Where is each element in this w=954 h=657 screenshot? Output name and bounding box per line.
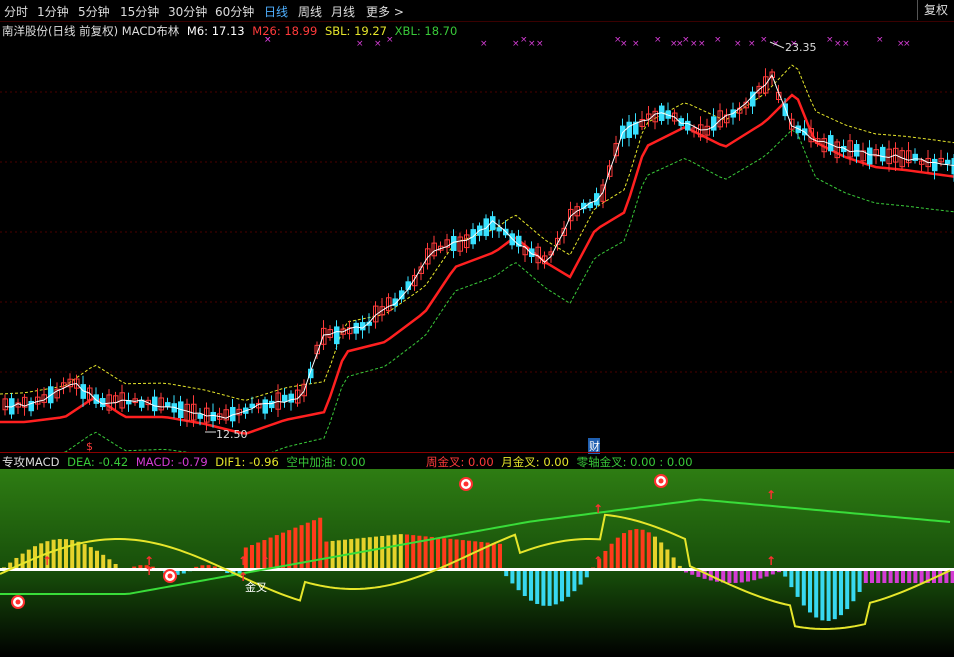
svg-text:×: × bbox=[714, 37, 722, 45]
svg-text:×: × bbox=[480, 39, 488, 49]
period-tab-15min[interactable]: 15分钟 bbox=[120, 3, 159, 20]
svg-text:×: × bbox=[690, 39, 698, 49]
svg-text:↑: ↑ bbox=[593, 554, 603, 568]
svg-text:×: × bbox=[698, 39, 706, 49]
panel-divider bbox=[0, 452, 954, 453]
period-tab-weekly[interactable]: 周线 bbox=[298, 3, 322, 20]
golden-cross-label: 金叉 bbox=[245, 580, 267, 594]
macd-title[interactable]: 专攻MACD bbox=[2, 455, 59, 469]
svg-text:×: × bbox=[748, 39, 756, 49]
svg-text:↑: ↑ bbox=[144, 564, 154, 578]
svg-text:↑: ↑ bbox=[766, 488, 776, 502]
legend-week-cross: 周金叉: 0.00 bbox=[426, 455, 494, 469]
legend-zero-cross: 零轴金叉: 0.00 : 0.00 bbox=[576, 455, 693, 469]
legend-xbl: XBL: 18.70 bbox=[394, 24, 458, 38]
legend-dea: DEA: -0.42 bbox=[67, 455, 129, 469]
candlestick-chart[interactable]: ××××××××××××××××××××××××××××××× 23.35 12… bbox=[0, 37, 954, 453]
svg-text:×: × bbox=[842, 39, 850, 49]
legend-sbl: SBL: 19.27 bbox=[324, 24, 388, 38]
period-tab-1min[interactable]: 1分钟 bbox=[37, 3, 69, 20]
legend-m6: M6: 17.13 bbox=[186, 24, 245, 38]
main-chart-title[interactable]: 南洋股份(日线 前复权) MACD布林 bbox=[2, 24, 179, 38]
period-tab-30min[interactable]: 30分钟 bbox=[168, 3, 207, 20]
legend-month-cross: 月金叉: 0.00 bbox=[501, 455, 569, 469]
legend-macd: MACD: -0.79 bbox=[135, 455, 208, 469]
macd-chart[interactable]: ↑ ↑↑↑↑↑ ↑↑↑↑ 金叉 bbox=[0, 469, 954, 657]
period-tab-60min[interactable]: 60分钟 bbox=[215, 3, 254, 20]
high-price-label: 23.35 bbox=[785, 41, 817, 54]
period-tab-more[interactable]: 更多 > bbox=[366, 3, 404, 20]
legend-air-refuel: 空中加油: 0.00 bbox=[286, 455, 366, 469]
legend-m26: M26: 18.99 bbox=[252, 24, 318, 38]
svg-text:×: × bbox=[264, 37, 272, 45]
svg-text:×: × bbox=[620, 39, 628, 49]
svg-text:×: × bbox=[834, 39, 842, 49]
svg-text:×: × bbox=[654, 37, 662, 45]
period-toolbar: 分时 1分钟 5分钟 15分钟 30分钟 60分钟 日线 周线 月线 更多 > … bbox=[0, 0, 954, 22]
svg-text:×: × bbox=[520, 37, 528, 45]
svg-text:×: × bbox=[760, 37, 768, 45]
svg-text:×: × bbox=[528, 39, 536, 49]
svg-text:×: × bbox=[632, 39, 640, 49]
svg-text:×: × bbox=[682, 37, 690, 45]
period-tab-monthly[interactable]: 月线 bbox=[331, 3, 355, 20]
adjust-button[interactable]: 复权 bbox=[917, 0, 954, 20]
svg-text:↑: ↑ bbox=[260, 554, 270, 568]
macd-legend: 专攻MACD DEA: -0.42 MACD: -0.79 DIF1: -0.9… bbox=[2, 454, 370, 470]
svg-text:×: × bbox=[374, 39, 382, 49]
svg-text:×: × bbox=[386, 37, 394, 45]
svg-text:×: × bbox=[903, 39, 911, 49]
svg-text:↑: ↑ bbox=[766, 554, 776, 568]
low-price-label: 12.50 bbox=[216, 428, 248, 441]
svg-text:×: × bbox=[512, 39, 520, 49]
svg-text:↑: ↑ bbox=[238, 554, 248, 568]
svg-text:×: × bbox=[826, 37, 834, 45]
legend-dif: DIF1: -0.96 bbox=[215, 455, 279, 469]
period-tab-5min[interactable]: 5分钟 bbox=[78, 3, 110, 20]
svg-text:↑: ↑ bbox=[593, 502, 603, 516]
period-tab-fenshi[interactable]: 分时 bbox=[4, 3, 28, 20]
svg-text:↑: ↑ bbox=[42, 554, 52, 568]
macd-legend-right: 周金叉: 0.00 月金叉: 0.00 零轴金叉: 0.00 : 0.00 bbox=[426, 454, 697, 470]
svg-text:×: × bbox=[356, 39, 364, 49]
period-tab-daily[interactable]: 日线 bbox=[264, 3, 288, 20]
m6-line bbox=[4, 74, 954, 419]
svg-text:×: × bbox=[734, 39, 742, 49]
svg-text:×: × bbox=[536, 39, 544, 49]
svg-text:×: × bbox=[876, 37, 884, 45]
